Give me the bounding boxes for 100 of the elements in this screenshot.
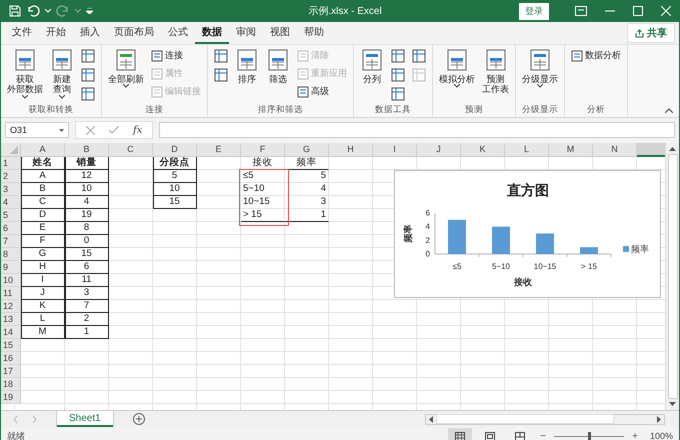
ribbon-button[interactable]: 分级显示 — [520, 47, 560, 90]
row-header[interactable]: 4 — [1, 196, 21, 209]
ribbon-button[interactable]: 预测 工作表 — [480, 47, 511, 96]
collapse-icon[interactable] — [665, 108, 673, 113]
ribbon-button[interactable]: 模拟分析 — [437, 47, 477, 90]
grid-icon[interactable] — [412, 49, 426, 63]
column-header[interactable]: D — [153, 143, 197, 157]
scroll-left-icon[interactable] — [429, 416, 433, 422]
ribbon-button[interactable]: 连接 — [149, 48, 203, 63]
column-header[interactable]: H — [329, 143, 373, 157]
grid-icon[interactable] — [81, 49, 95, 63]
ribbon-button[interactable]: 获取 外部数据 — [5, 47, 45, 100]
row-header[interactable]: 12 — [1, 300, 21, 313]
grid-icon[interactable] — [81, 87, 95, 101]
ribbon-button[interactable]: 新建 查询 — [48, 47, 76, 100]
grid-icon[interactable] — [391, 87, 405, 101]
ribbon-display-icon[interactable] — [575, 6, 587, 16]
group-label: 预测 — [464, 104, 484, 116]
row-header[interactable]: 9 — [1, 261, 21, 274]
table-cell: 12 — [65, 170, 109, 183]
column-header[interactable]: K — [461, 143, 505, 157]
insert-function-button[interactable]: fx — [133, 124, 142, 136]
row-header[interactable]: 13 — [1, 313, 21, 326]
row-header[interactable]: 6 — [1, 222, 21, 235]
ribbon-button[interactable]: 排序 — [233, 47, 261, 86]
column-header[interactable]: M — [549, 143, 593, 157]
column-header[interactable] — [637, 143, 667, 157]
sign-in-button[interactable]: 登录 — [519, 2, 549, 20]
legend-label: 频率 — [631, 244, 649, 254]
menu-tab[interactable]: 审阅 — [229, 22, 263, 44]
row-header[interactable]: 2 — [1, 170, 21, 183]
row-header[interactable]: 18 — [1, 378, 21, 391]
save-icon[interactable] — [9, 5, 21, 17]
grid-icon[interactable] — [214, 68, 228, 82]
chart-area[interactable]: 直方图 0 2 4 6 ≤5 5~10 10~15 > 15 接收 频率 频率 — [394, 170, 661, 298]
ribbon-button[interactable]: 数据分析 — [569, 48, 623, 63]
share-icon — [635, 28, 644, 38]
row-header[interactable]: 19 — [1, 391, 21, 404]
menu-tab[interactable]: 开始 — [39, 22, 73, 44]
menu-tab[interactable]: 插入 — [73, 22, 107, 44]
add-sheet-icon[interactable] — [132, 413, 145, 425]
zoom-out-button[interactable]: − — [538, 430, 548, 440]
scroll-right-icon[interactable] — [657, 416, 661, 422]
undo-icon[interactable] — [26, 5, 40, 17]
column-header[interactable]: J — [417, 143, 461, 157]
row-header[interactable]: 15 — [1, 339, 21, 352]
ribbon-button[interactable]: 筛选 — [264, 47, 292, 86]
grid-icon[interactable] — [391, 49, 405, 63]
column-header[interactable]: I — [373, 143, 417, 157]
scroll-down-icon[interactable] — [669, 402, 676, 406]
column-header[interactable]: A — [21, 143, 65, 157]
bar — [492, 226, 510, 254]
row-header[interactable]: 14 — [1, 326, 21, 339]
menu-tab[interactable]: 公式 — [161, 22, 195, 44]
row-header[interactable]: 1 — [1, 157, 21, 170]
vertical-scrollbar[interactable] — [665, 143, 679, 410]
document-icon — [360, 48, 384, 72]
tick-label: 4 — [426, 222, 430, 232]
ribbon-button[interactable]: 分列 — [358, 47, 386, 86]
zoom-in-button[interactable]: + — [630, 430, 640, 440]
row-header[interactable]: 8 — [1, 248, 21, 261]
row-header[interactable]: 11 — [1, 287, 21, 300]
row-header[interactable]: 16 — [1, 352, 21, 365]
document-icon — [114, 48, 138, 72]
menu-tab[interactable]: 帮助 — [297, 22, 331, 44]
menu-tab[interactable]: 页面布局 — [107, 22, 161, 44]
ribbon-button[interactable]: 全部刷新 — [106, 47, 146, 90]
column-header[interactable]: F — [241, 143, 285, 157]
table-cell: E — [21, 222, 65, 235]
grid-icon[interactable] — [214, 49, 228, 63]
check-icon[interactable] — [109, 126, 119, 134]
grid-icon[interactable] — [81, 68, 95, 82]
customize-icon[interactable] — [86, 8, 93, 14]
scroll-up-icon[interactable] — [669, 147, 676, 151]
row-header[interactable]: 7 — [1, 235, 21, 248]
maximize-icon[interactable] — [633, 6, 643, 16]
column-header[interactable]: N — [593, 143, 637, 157]
horizontal-scrollbar[interactable] — [425, 414, 665, 424]
sheet-tab[interactable]: Sheet1 — [57, 411, 113, 427]
menu-tab[interactable]: 文件 — [5, 22, 39, 44]
column-header[interactable]: L — [505, 143, 549, 157]
menu-tab[interactable]: 视图 — [263, 22, 297, 44]
view-button[interactable] — [448, 428, 472, 440]
share-button[interactable]: 共享 — [627, 23, 675, 43]
ribbon-button[interactable]: 高级 — [295, 84, 349, 99]
list-icon — [297, 86, 309, 98]
table-cell: 销量 — [65, 157, 109, 170]
grid-icon — [455, 432, 466, 440]
row-header[interactable]: 10 — [1, 274, 21, 287]
row-header[interactable]: 17 — [1, 365, 21, 378]
column-header[interactable]: E — [197, 143, 241, 157]
row-header[interactable]: 3 — [1, 183, 21, 196]
grid-icon[interactable] — [391, 68, 405, 82]
column-header[interactable]: C — [109, 143, 153, 157]
row-header[interactable]: 5 — [1, 209, 21, 222]
column-header[interactable]: G — [285, 143, 329, 157]
formula-input[interactable] — [159, 122, 675, 138]
name-box[interactable]: O31 — [5, 122, 69, 138]
close-icon[interactable] — [661, 6, 671, 16]
column-header[interactable]: B — [65, 143, 109, 157]
